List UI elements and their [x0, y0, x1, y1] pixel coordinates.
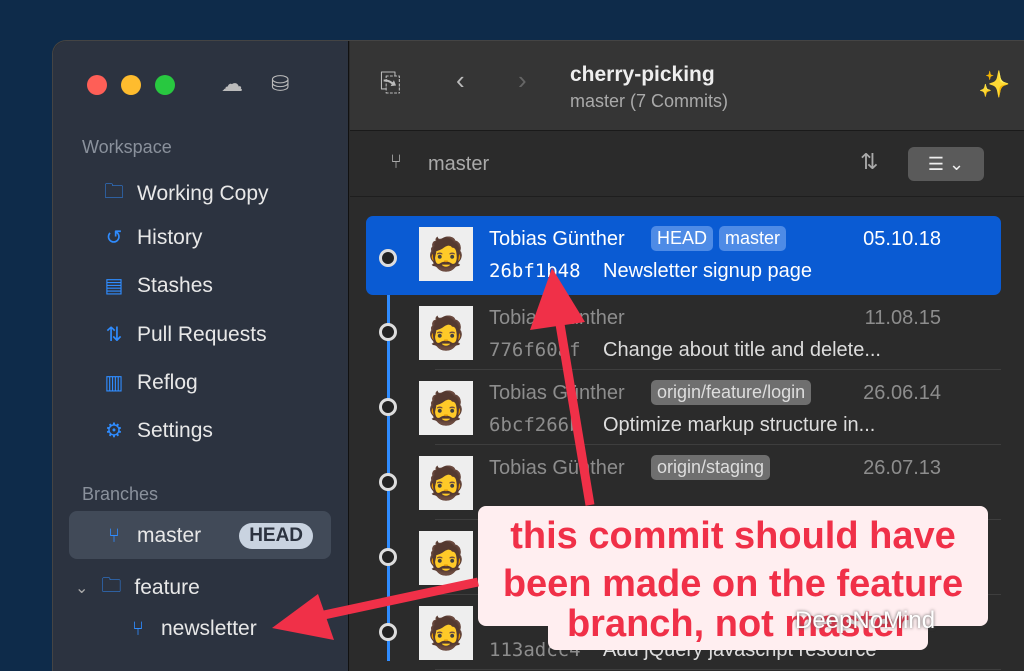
watermark: DeepNoMind	[795, 607, 936, 634]
arrowhead	[530, 268, 585, 330]
arrow-to-commit	[551, 299, 595, 506]
arrowhead	[272, 594, 334, 640]
annotation-arrows	[272, 268, 595, 640]
arrow-to-branch	[309, 577, 479, 623]
